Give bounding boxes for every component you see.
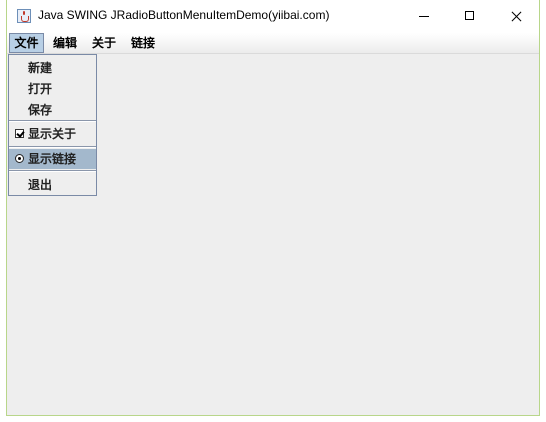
menu-item-label: 保存	[28, 103, 53, 117]
title-bar[interactable]: Java SWING JRadioButtonMenuItemDemo(yiib…	[7, 0, 539, 33]
checkbox-checked-icon	[15, 129, 24, 138]
menu-item-show-about[interactable]: 显示关于	[9, 124, 96, 144]
file-menu-popup: 新建 打开 保存 显示关于 显示链接 退出	[8, 54, 97, 196]
menu-item-label: 打开	[28, 82, 53, 96]
radio-selected-icon	[15, 154, 24, 163]
menu-file[interactable]: 文件	[9, 33, 44, 53]
menu-item-exit[interactable]: 退出	[9, 175, 96, 195]
menu-item-label: 退出	[28, 178, 53, 192]
maximize-icon[interactable]	[447, 0, 493, 33]
window-title: Java SWING JRadioButtonMenuItemDemo(yiib…	[38, 8, 330, 22]
menu-separator	[9, 146, 96, 148]
menu-item-save[interactable]: 保存	[9, 100, 96, 120]
menu-item-new[interactable]: 新建	[9, 58, 96, 78]
minimize-icon[interactable]	[401, 0, 447, 33]
menu-item-label: 新建	[28, 61, 53, 75]
menu-separator	[9, 120, 96, 122]
app-window: Java SWING JRadioButtonMenuItemDemo(yiib…	[6, 0, 540, 416]
menu-item-open[interactable]: 打开	[9, 79, 96, 99]
menu-links[interactable]: 链接	[126, 33, 160, 53]
menu-about[interactable]: 关于	[87, 33, 121, 53]
menu-item-show-links[interactable]: 显示链接	[9, 149, 96, 169]
menu-bar: 文件 编辑 关于 链接	[7, 33, 539, 54]
menu-edit[interactable]: 编辑	[48, 33, 82, 53]
menu-separator	[9, 170, 96, 172]
close-icon[interactable]	[493, 0, 539, 33]
menu-item-label: 显示链接	[28, 152, 77, 166]
java-cup-icon	[17, 9, 31, 23]
menu-item-label: 显示关于	[28, 127, 77, 141]
